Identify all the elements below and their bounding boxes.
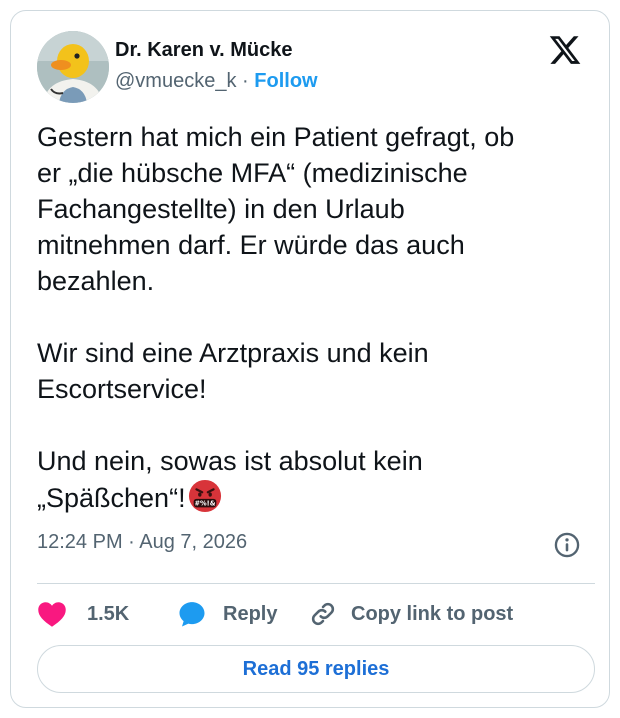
reply-label: Reply xyxy=(223,602,278,625)
read-replies-button[interactable]: Read 95 replies xyxy=(37,645,595,693)
author-display-name[interactable]: Dr. Karen v. Mücke xyxy=(115,39,292,62)
tweet-timestamp[interactable]: 12:24 PM · Aug 7, 2026 xyxy=(37,531,247,554)
copy-link-button[interactable]: Copy link to post xyxy=(309,591,513,637)
reply-button[interactable]: Reply xyxy=(177,591,277,637)
heart-icon xyxy=(38,602,66,627)
author-handle-line: @vmuecke_k · Follow xyxy=(115,70,318,93)
x-logo-icon[interactable] xyxy=(547,33,583,67)
action-bar: 1.5K Reply Copy link to post xyxy=(37,591,597,637)
speech-bubble-icon xyxy=(179,602,205,627)
tweet-card: Dr. Karen v. Mücke @vmuecke_k · Follow G… xyxy=(10,10,610,708)
author-avatar[interactable] xyxy=(37,31,109,103)
info-icon[interactable] xyxy=(553,531,581,559)
duck-avatar-icon xyxy=(37,31,109,103)
tweet-text: Gestern hat mich ein Patient gefragt, ob… xyxy=(37,119,597,516)
link-icon xyxy=(311,602,335,626)
author-handle[interactable]: @vmuecke_k xyxy=(115,70,236,92)
like-count: 1.5K xyxy=(87,602,130,625)
tweet-body: Gestern hat mich ein Patient gefragt, ob… xyxy=(37,122,515,513)
copy-link-label: Copy link to post xyxy=(351,602,514,625)
svg-text:#%!&: #%!& xyxy=(194,500,215,508)
follow-button[interactable]: Follow xyxy=(254,70,317,92)
angry-cursing-face-icon: #%!& xyxy=(188,479,221,513)
like-button[interactable]: 1.5K xyxy=(37,591,129,637)
divider xyxy=(37,583,595,584)
handle-separator: · xyxy=(242,70,249,92)
